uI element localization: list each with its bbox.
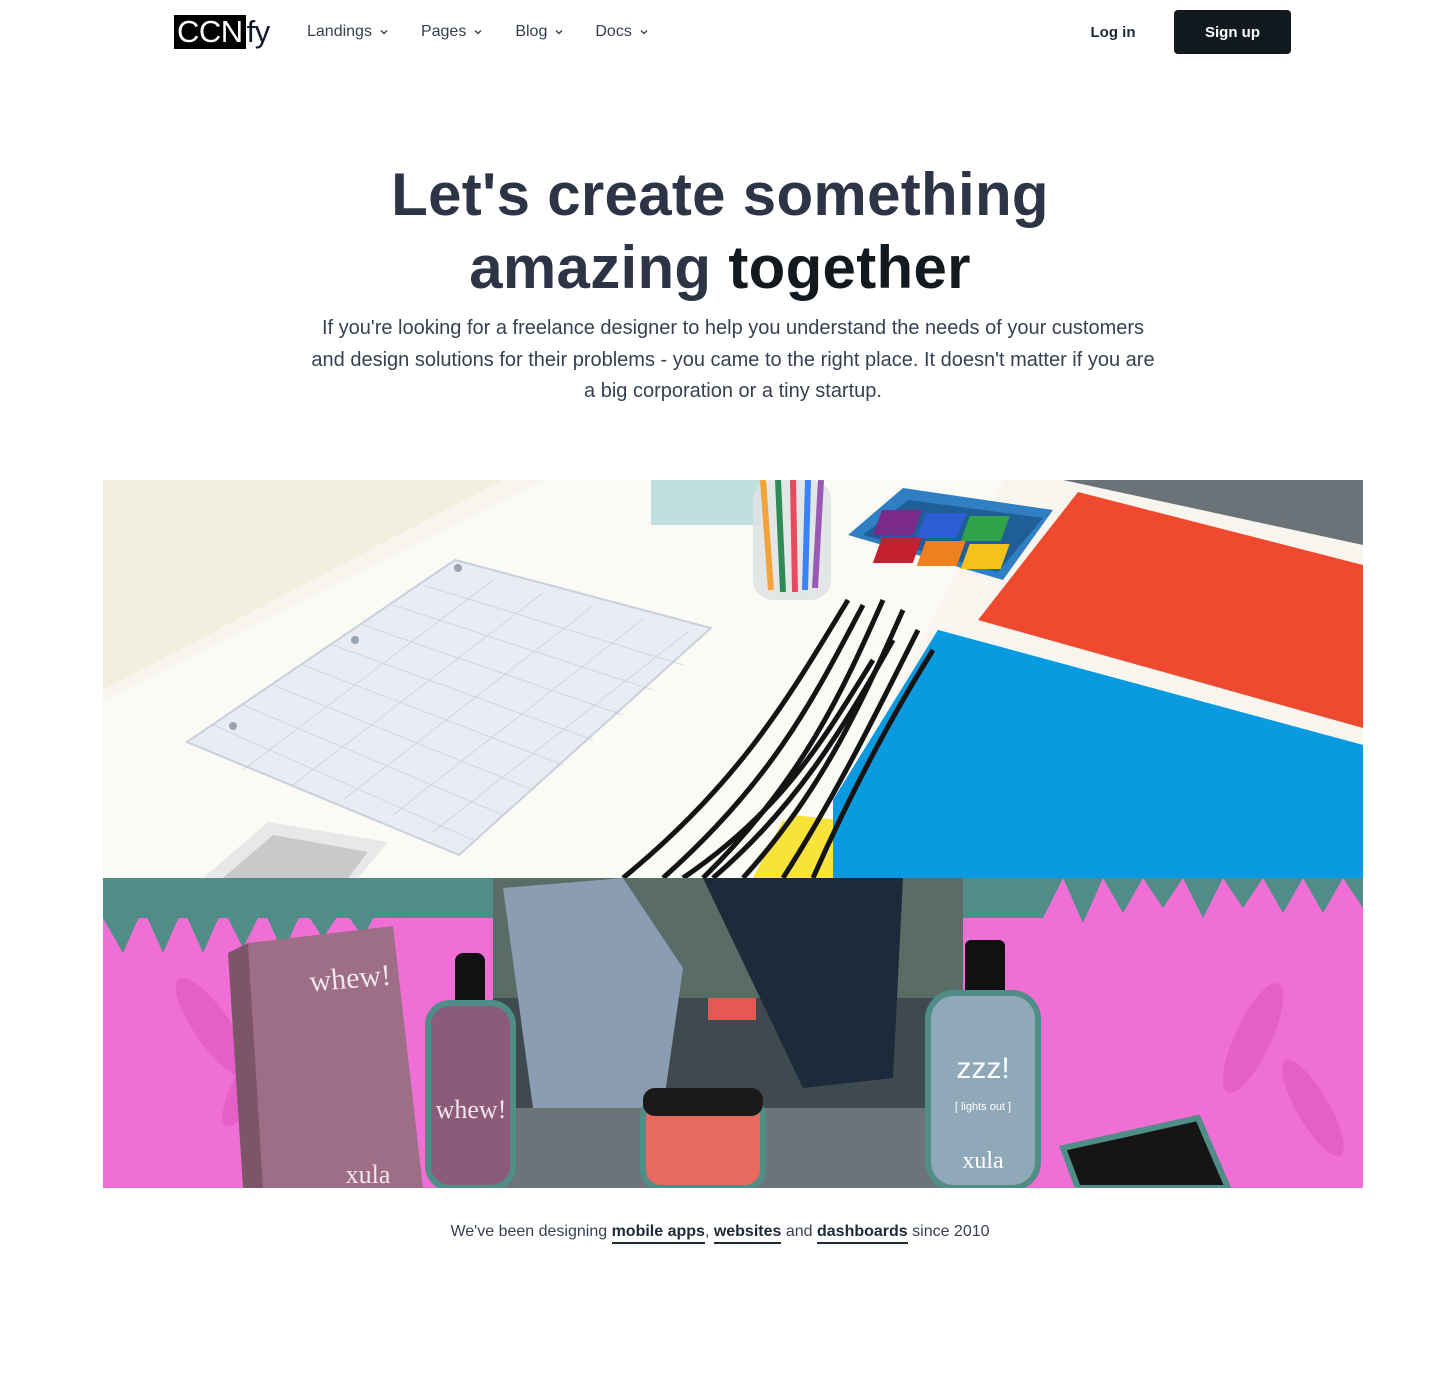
login-link[interactable]: Log in bbox=[1070, 10, 1156, 54]
signup-button[interactable]: Sign up bbox=[1174, 10, 1291, 54]
mobile-apps-link[interactable]: mobile apps bbox=[611, 1223, 705, 1244]
nav-item-label: Blog bbox=[515, 23, 548, 40]
desk-supplies-photo bbox=[103, 480, 1363, 878]
since-prefix: We've been designing bbox=[450, 1223, 612, 1240]
chevron-down-icon bbox=[380, 30, 388, 35]
nav-item-pages[interactable]: Pages bbox=[421, 20, 484, 44]
websites-link[interactable]: websites bbox=[713, 1223, 782, 1244]
hero-title-line1: Let's create something bbox=[391, 161, 1049, 228]
chevron-down-icon bbox=[555, 30, 563, 35]
nav-item-label: Pages bbox=[420, 23, 467, 40]
main-nav: Landings Pages Blog Docs bbox=[307, 20, 650, 44]
nav-item-docs[interactable]: Docs bbox=[595, 20, 649, 44]
svg-text:zzz!: zzz! bbox=[956, 1052, 1009, 1085]
logo-text: fy bbox=[246, 14, 271, 49]
nav-item-blog[interactable]: Blog bbox=[515, 20, 565, 44]
product-collage-photo: whew! xula whew! zzz! [ lights out ] xul… bbox=[103, 878, 1363, 1188]
chevron-down-icon bbox=[474, 30, 482, 35]
hero-title-line2a: amazing bbox=[469, 234, 729, 301]
design-experience-text: We've been designing mobile apps, websit… bbox=[0, 1220, 1440, 1244]
chevron-down-icon bbox=[640, 30, 648, 35]
svg-text:xula: xula bbox=[962, 1148, 1004, 1174]
svg-text:xula: xula bbox=[346, 1160, 391, 1188]
nav-item-label: Docs bbox=[595, 23, 632, 40]
hero-title-highlight: together bbox=[728, 234, 971, 301]
since-sep1: , bbox=[704, 1223, 714, 1240]
top-navbar: CCN fy Landings Pages Blog Docs Log in Si… bbox=[0, 0, 1440, 64]
hero-title: Let's create something amazing together bbox=[0, 158, 1440, 304]
logo[interactable]: CCN fy bbox=[174, 14, 270, 50]
svg-text:whew!: whew! bbox=[436, 1095, 507, 1124]
logo-mark: CCN bbox=[174, 15, 246, 49]
hero-subtitle: If you're looking for a freelance design… bbox=[311, 317, 1155, 402]
nav-item-label: Landings bbox=[307, 23, 372, 40]
since-suffix: since 2010 bbox=[907, 1223, 990, 1240]
nav-item-landings[interactable]: Landings bbox=[307, 20, 390, 44]
since-sep2: and bbox=[781, 1223, 817, 1240]
svg-text:[ lights out ]: [ lights out ] bbox=[955, 1101, 1011, 1113]
dashboards-link[interactable]: dashboards bbox=[817, 1223, 908, 1244]
